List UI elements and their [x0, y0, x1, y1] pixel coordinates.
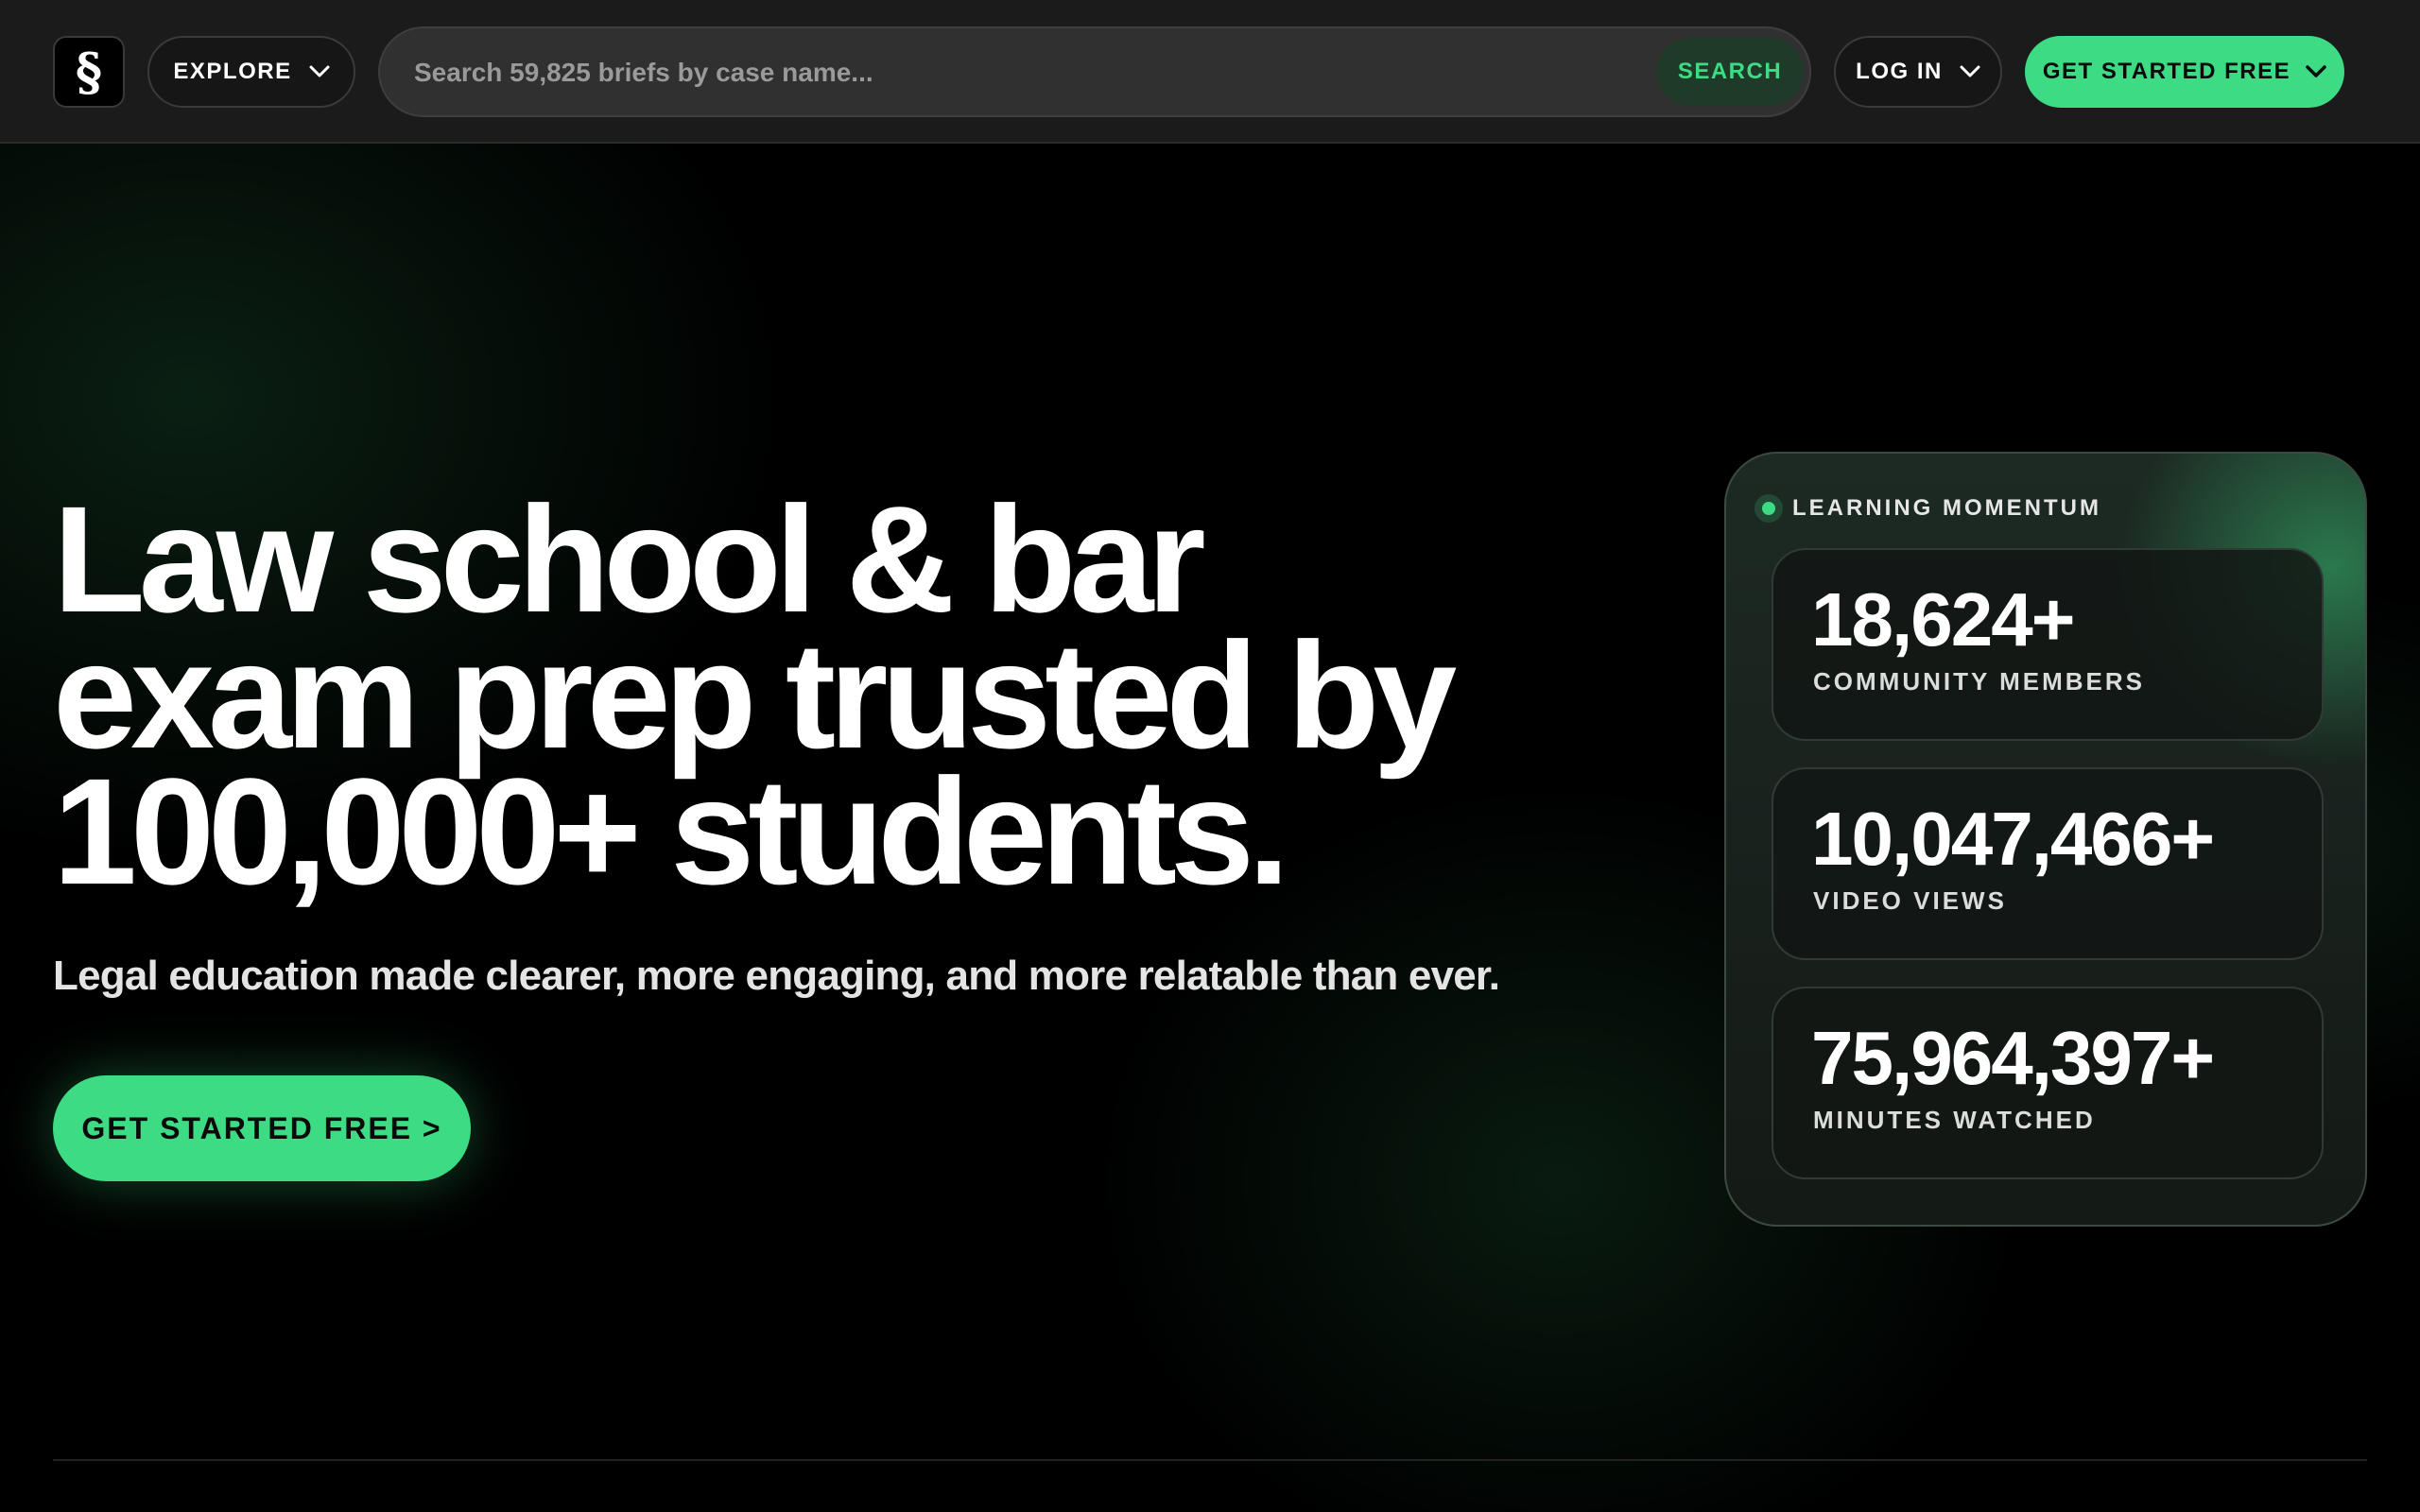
get-started-nav-label: GET STARTED FREE — [2042, 59, 2291, 84]
stat-label: COMMUNITY MEMBERS — [1813, 667, 2145, 696]
status-dot-icon — [1762, 502, 1775, 515]
login-label: LOG IN — [1856, 59, 1943, 84]
learning-momentum-card: LEARNING MOMENTUM 18,624+ COMMUNITY MEMB… — [1724, 452, 2367, 1227]
chevron-down-icon — [309, 65, 330, 77]
get-started-nav-button[interactable]: GET STARTED FREE — [2025, 36, 2344, 108]
section-sign-logo-icon: § — [75, 42, 103, 102]
stat-value: 10,047,466+ — [1811, 797, 2215, 881]
get-started-hero-button[interactable]: GET STARTED FREE > — [53, 1075, 471, 1181]
stat-video-views: 10,047,466+ VIDEO VIEWS — [1772, 767, 2324, 960]
search-button[interactable]: SEARCH — [1656, 38, 1804, 106]
stat-community-members: 18,624+ COMMUNITY MEMBERS — [1772, 548, 2324, 741]
hero-subtitle: Legal education made clearer, more engag… — [53, 953, 1500, 999]
stats-header-label: LEARNING MOMENTUM — [1792, 495, 2101, 521]
search-bar: SEARCH — [378, 26, 1811, 117]
stat-value: 18,624+ — [1811, 577, 2075, 662]
hero-title-line: 100,000+ students. — [53, 747, 1289, 916]
search-input[interactable] — [412, 49, 1550, 96]
hero-title: Law school & bar exam prep trusted by 10… — [53, 474, 1565, 916]
chevron-down-icon — [2306, 65, 2326, 77]
login-button[interactable]: LOG IN — [1834, 36, 2002, 108]
top-navigation: § EXPLORE SEARCH LOG IN GET STARTED FREE — [0, 0, 2420, 144]
hero-title-line: Law school & bar — [53, 474, 1206, 644]
stat-minutes-watched: 75,964,397+ MINUTES WATCHED — [1772, 987, 2324, 1179]
site-logo[interactable]: § — [53, 36, 125, 108]
chevron-down-icon — [1960, 65, 1980, 77]
explore-label: EXPLORE — [173, 59, 292, 84]
stat-label: MINUTES WATCHED — [1813, 1106, 2096, 1134]
explore-menu-button[interactable]: EXPLORE — [147, 36, 355, 108]
section-divider — [53, 1459, 2367, 1461]
hero-title-line: exam prep trusted by — [53, 610, 1457, 780]
stats-header: LEARNING MOMENTUM — [1762, 495, 2101, 522]
stat-label: VIDEO VIEWS — [1813, 886, 2007, 915]
stat-value: 75,964,397+ — [1811, 1016, 2215, 1100]
